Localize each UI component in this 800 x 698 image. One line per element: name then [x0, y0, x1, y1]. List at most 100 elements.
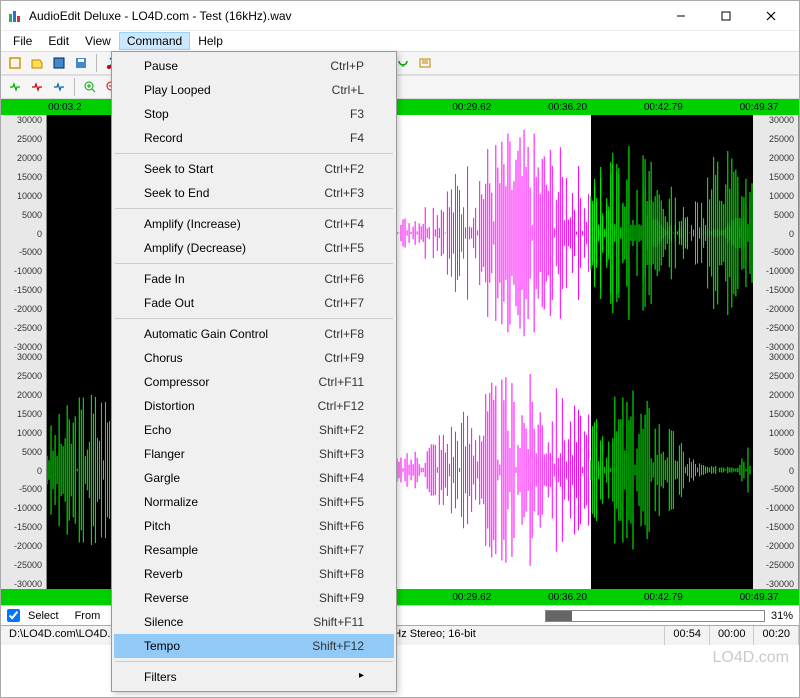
- amplitude-label: 10000: [769, 428, 794, 438]
- amplitude-scale-left: 300002500020000150001000050000-5000-1000…: [1, 115, 47, 352]
- menu-item-shortcut: Shift+F5: [319, 495, 364, 509]
- wave-both-icon[interactable]: [49, 77, 69, 97]
- amplitude-label: 5000: [22, 447, 42, 457]
- maximize-button[interactable]: [703, 1, 748, 31]
- amplitude-label: -20000: [14, 541, 42, 551]
- amplitude-label: -30000: [14, 579, 42, 589]
- amplitude-label: -15000: [14, 522, 42, 532]
- menu-item-label: Resample: [144, 543, 198, 557]
- amplitude-label: 20000: [17, 153, 42, 163]
- menu-item-play-looped[interactable]: Play LoopedCtrl+L: [114, 78, 394, 102]
- menu-file[interactable]: File: [5, 32, 40, 50]
- menu-item-seek-to-start[interactable]: Seek to StartCtrl+F2: [114, 157, 394, 181]
- menu-item-label: Flanger: [144, 447, 185, 461]
- menu-item-compressor[interactable]: CompressorCtrl+F11: [114, 370, 394, 394]
- settings-icon[interactable]: [415, 53, 435, 73]
- menu-item-distortion[interactable]: DistortionCtrl+F12: [114, 394, 394, 418]
- menu-item-label: Gargle: [144, 471, 180, 485]
- amplitude-label: -5000: [19, 484, 42, 494]
- menu-command[interactable]: Command: [119, 32, 190, 50]
- new-file-icon[interactable]: [5, 53, 25, 73]
- menu-item-reverb[interactable]: ReverbShift+F8: [114, 562, 394, 586]
- timeline-tick: 00:29.62: [452, 102, 491, 113]
- menu-item-pitch[interactable]: PitchShift+F6: [114, 514, 394, 538]
- menu-item-stop[interactable]: StopF3: [114, 102, 394, 126]
- zoom-in-icon[interactable]: [80, 77, 100, 97]
- timeline-tick: 00:49.37: [740, 102, 779, 113]
- open-icon[interactable]: [27, 53, 47, 73]
- amplitude-label: -10000: [766, 503, 794, 513]
- amplitude-scale-left: 300002500020000150001000050000-5000-1000…: [1, 352, 47, 589]
- save-icon[interactable]: [49, 53, 69, 73]
- amplitude-label: 5000: [774, 210, 794, 220]
- progress-slider[interactable]: [545, 610, 765, 622]
- menu-separator: [115, 263, 393, 264]
- menu-item-chorus[interactable]: ChorusCtrl+F9: [114, 346, 394, 370]
- select-checkbox[interactable]: [7, 609, 20, 622]
- menu-item-normalize[interactable]: NormalizeShift+F5: [114, 490, 394, 514]
- amplitude-label: 15000: [17, 172, 42, 182]
- menu-item-resample[interactable]: ResampleShift+F7: [114, 538, 394, 562]
- menu-item-reverse[interactable]: Reverse Shift+F9: [114, 586, 394, 610]
- wave-out-icon[interactable]: [27, 77, 47, 97]
- menu-item-gargle[interactable]: Gargle Shift+F4: [114, 466, 394, 490]
- timeline-tick: 00:36.20: [548, 102, 587, 113]
- menu-item-pause[interactable]: PauseCtrl+P: [114, 54, 394, 78]
- menu-item-shortcut: Ctrl+F4: [324, 217, 364, 231]
- menu-item-shortcut: Shift+F9: [319, 591, 364, 605]
- menu-item-shortcut: Shift+F4: [319, 471, 364, 485]
- menu-item-label: Amplify (Increase): [144, 217, 241, 231]
- timeline-tick: 00:03.2: [48, 102, 81, 113]
- menu-item-amplify-decrease-[interactable]: Amplify (Decrease)Ctrl+F5: [114, 236, 394, 260]
- menu-view[interactable]: View: [77, 32, 119, 50]
- close-button[interactable]: [748, 1, 793, 31]
- menu-edit[interactable]: Edit: [40, 32, 77, 50]
- menu-help[interactable]: Help: [190, 32, 231, 50]
- amplitude-label: -30000: [14, 342, 42, 352]
- amplitude-label: 30000: [769, 352, 794, 362]
- amplitude-label: 30000: [769, 115, 794, 125]
- menu-item-shortcut: Shift+F6: [319, 519, 364, 533]
- amplitude-label: 25000: [17, 134, 42, 144]
- select-label: Select: [28, 610, 59, 622]
- menu-item-label: Seek to Start: [144, 162, 213, 176]
- minimize-button[interactable]: [658, 1, 703, 31]
- menu-item-fade-in[interactable]: Fade InCtrl+F6: [114, 267, 394, 291]
- amplitude-label: 10000: [17, 428, 42, 438]
- amplitude-label: -10000: [766, 266, 794, 276]
- menu-item-silence[interactable]: SilenceShift+F11: [114, 610, 394, 634]
- menu-item-fade-out[interactable]: Fade OutCtrl+F7: [114, 291, 394, 315]
- menu-item-echo[interactable]: EchoShift+F2: [114, 418, 394, 442]
- menu-item-automatic-gain-control[interactable]: Automatic Gain ControlCtrl+F8: [114, 322, 394, 346]
- amplitude-label: 15000: [769, 172, 794, 182]
- menu-item-label: Reverse: [144, 591, 189, 605]
- menu-item-flanger[interactable]: FlangerShift+F3: [114, 442, 394, 466]
- amplitude-label: -30000: [766, 579, 794, 589]
- menu-item-label: Stop: [144, 107, 169, 121]
- wave-in-icon[interactable]: [5, 77, 25, 97]
- menubar: File Edit View Command Help: [1, 31, 799, 51]
- menu-item-amplify-increase-[interactable]: Amplify (Increase) Ctrl+F4: [114, 212, 394, 236]
- watermark: LO4D.com: [713, 649, 789, 667]
- menu-item-label: Seek to End: [144, 186, 209, 200]
- menu-item-label: Compressor: [144, 375, 209, 389]
- amplitude-label: -20000: [766, 541, 794, 551]
- amplitude-label: 25000: [769, 134, 794, 144]
- menu-item-shortcut: Shift+F11: [313, 615, 364, 629]
- amplitude-label: 25000: [769, 371, 794, 381]
- amplitude-label: -15000: [14, 285, 42, 295]
- amplitude-label: 10000: [17, 191, 42, 201]
- menu-item-label: Record: [144, 131, 183, 145]
- menu-item-tempo[interactable]: TempoShift+F12: [114, 634, 394, 658]
- amplitude-label: 20000: [769, 390, 794, 400]
- menu-item-record[interactable]: RecordF4: [114, 126, 394, 150]
- titlebar: AudioEdit Deluxe - LO4D.com - Test (16kH…: [1, 1, 799, 31]
- menu-item-seek-to-end[interactable]: Seek to EndCtrl+F3: [114, 181, 394, 205]
- menu-separator: [115, 318, 393, 319]
- submenu-arrow-icon: ▸: [359, 670, 364, 684]
- menu-item-filters[interactable]: Filters▸: [114, 665, 394, 689]
- save-as-icon[interactable]: [71, 53, 91, 73]
- menu-separator: [115, 153, 393, 154]
- amplitude-label: 5000: [22, 210, 42, 220]
- progress-fill: [546, 611, 572, 621]
